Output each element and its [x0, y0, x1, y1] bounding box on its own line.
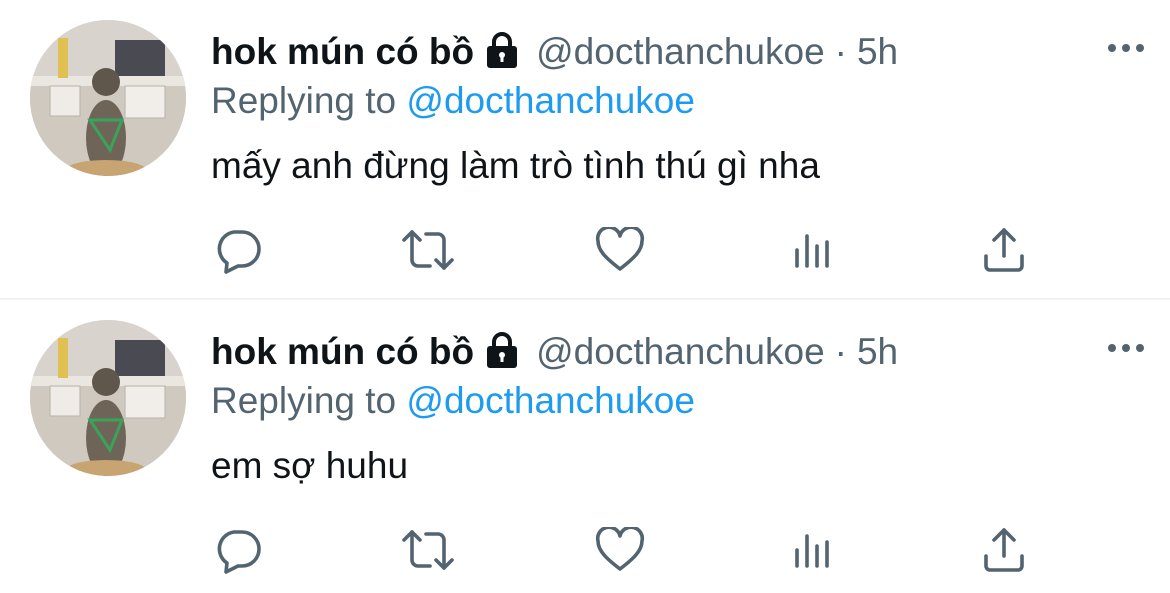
more-icon[interactable]	[1104, 34, 1148, 62]
tweet-actions	[0, 222, 1170, 282]
share-icon	[984, 228, 1024, 272]
tweet-text: em sợ huhu	[211, 445, 409, 486]
share-button[interactable]	[976, 522, 1032, 578]
tweet-header: hok mún có bồ @docthanchukoe · 5h	[211, 26, 1110, 78]
replying-to: Replying to @docthanchukoe	[211, 376, 695, 426]
avatar[interactable]	[30, 20, 186, 176]
replying-handle-link[interactable]: @docthanchukoe	[406, 80, 695, 121]
analytics-icon	[795, 234, 829, 268]
share-icon	[984, 528, 1024, 572]
user-handle[interactable]: @docthanchukoe	[536, 331, 825, 372]
timestamp[interactable]: 5h	[857, 31, 898, 72]
reply-icon	[217, 530, 261, 574]
share-button[interactable]	[976, 222, 1032, 278]
retweet-button[interactable]	[400, 522, 456, 578]
views-button[interactable]	[785, 522, 841, 578]
like-button[interactable]	[592, 222, 648, 278]
display-name[interactable]: hok mún có bồ	[211, 331, 474, 372]
retweet-icon	[402, 530, 454, 570]
tweet[interactable]: hok mún có bồ @docthanchukoe · 5h Replying …	[0, 300, 1170, 593]
tweet-text: mấy anh đừng làm trò tình thú gì nha	[211, 145, 820, 186]
more-icon[interactable]	[1104, 334, 1148, 362]
heart-icon	[595, 527, 645, 571]
reply-button[interactable]	[210, 222, 266, 278]
reply-icon	[217, 230, 261, 274]
views-button[interactable]	[785, 222, 841, 278]
replying-prefix: Replying to	[211, 380, 397, 421]
retweet-button[interactable]	[400, 222, 456, 278]
display-name[interactable]: hok mún có bồ	[211, 31, 474, 72]
heart-icon	[595, 227, 645, 271]
retweet-icon	[402, 230, 454, 270]
replying-prefix: Replying to	[211, 80, 397, 121]
tweet-header: hok mún có bồ @docthanchukoe · 5h	[211, 326, 1110, 378]
tweet[interactable]: hok mún có bồ @docthanchukoe · 5h Replying …	[0, 0, 1170, 298]
user-handle[interactable]: @docthanchukoe	[536, 31, 825, 72]
replying-to: Replying to @docthanchukoe	[211, 76, 695, 126]
analytics-icon	[795, 534, 829, 568]
tweet-actions	[0, 522, 1170, 582]
reply-button[interactable]	[210, 522, 266, 578]
avatar[interactable]	[30, 320, 186, 476]
replying-handle-link[interactable]: @docthanchukoe	[406, 380, 695, 421]
timestamp[interactable]: 5h	[857, 331, 898, 372]
like-button[interactable]	[592, 522, 648, 578]
separator-dot: ·	[834, 31, 847, 72]
separator-dot: ·	[834, 331, 847, 372]
